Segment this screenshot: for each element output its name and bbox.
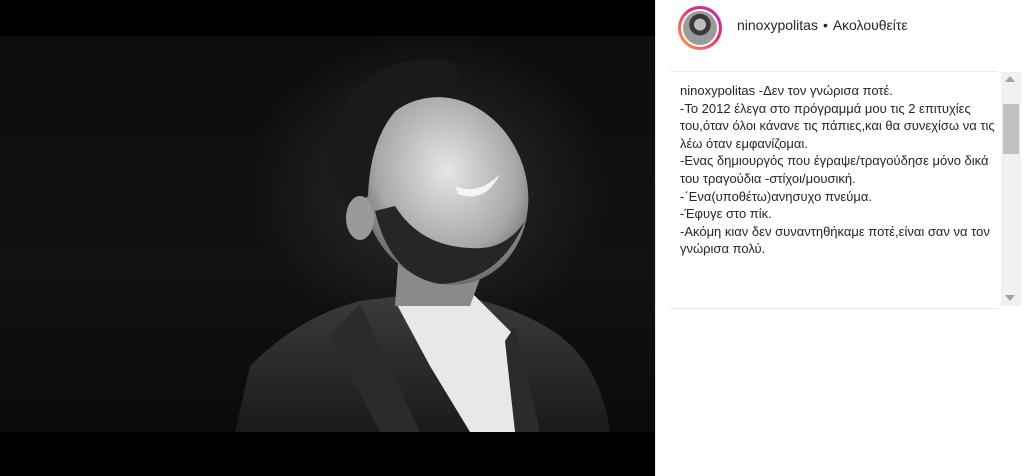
post-photo[interactable] — [0, 36, 655, 432]
caption-scrollbar[interactable] — [1001, 72, 1021, 306]
caption-bottom-divider — [670, 308, 998, 309]
scroll-up-arrow-icon[interactable] — [1005, 76, 1015, 82]
header-divider — [670, 71, 998, 72]
scroll-down-arrow-icon[interactable] — [1005, 295, 1015, 301]
following-button[interactable]: Ακολουθείτε — [833, 17, 908, 33]
post-media[interactable] — [0, 0, 655, 476]
header-username-link[interactable]: ninoxypolitas — [737, 17, 818, 33]
caption-username-link[interactable]: ninoxypolitas — [680, 83, 755, 98]
caption-text: -Δεν τον γνώρισα ποτέ. -Το 2012 έλεγα στ… — [680, 83, 995, 257]
avatar-ring — [681, 9, 719, 47]
caption-scroll-area[interactable]: ninoxypolitas -Δεν τον γνώρισα ποτέ. -Το… — [680, 82, 996, 308]
portrait-image — [235, 59, 610, 432]
post-header: ninoxypolitas • Ακολουθείτε — [737, 17, 908, 33]
caption: ninoxypolitas -Δεν τον γνώρισα ποτέ. -Το… — [680, 82, 996, 258]
header-separator: • — [822, 17, 828, 33]
scrollbar-thumb[interactable] — [1003, 104, 1019, 154]
panel-divider — [655, 0, 656, 476]
profile-avatar[interactable] — [678, 6, 722, 50]
avatar-image — [683, 11, 717, 45]
